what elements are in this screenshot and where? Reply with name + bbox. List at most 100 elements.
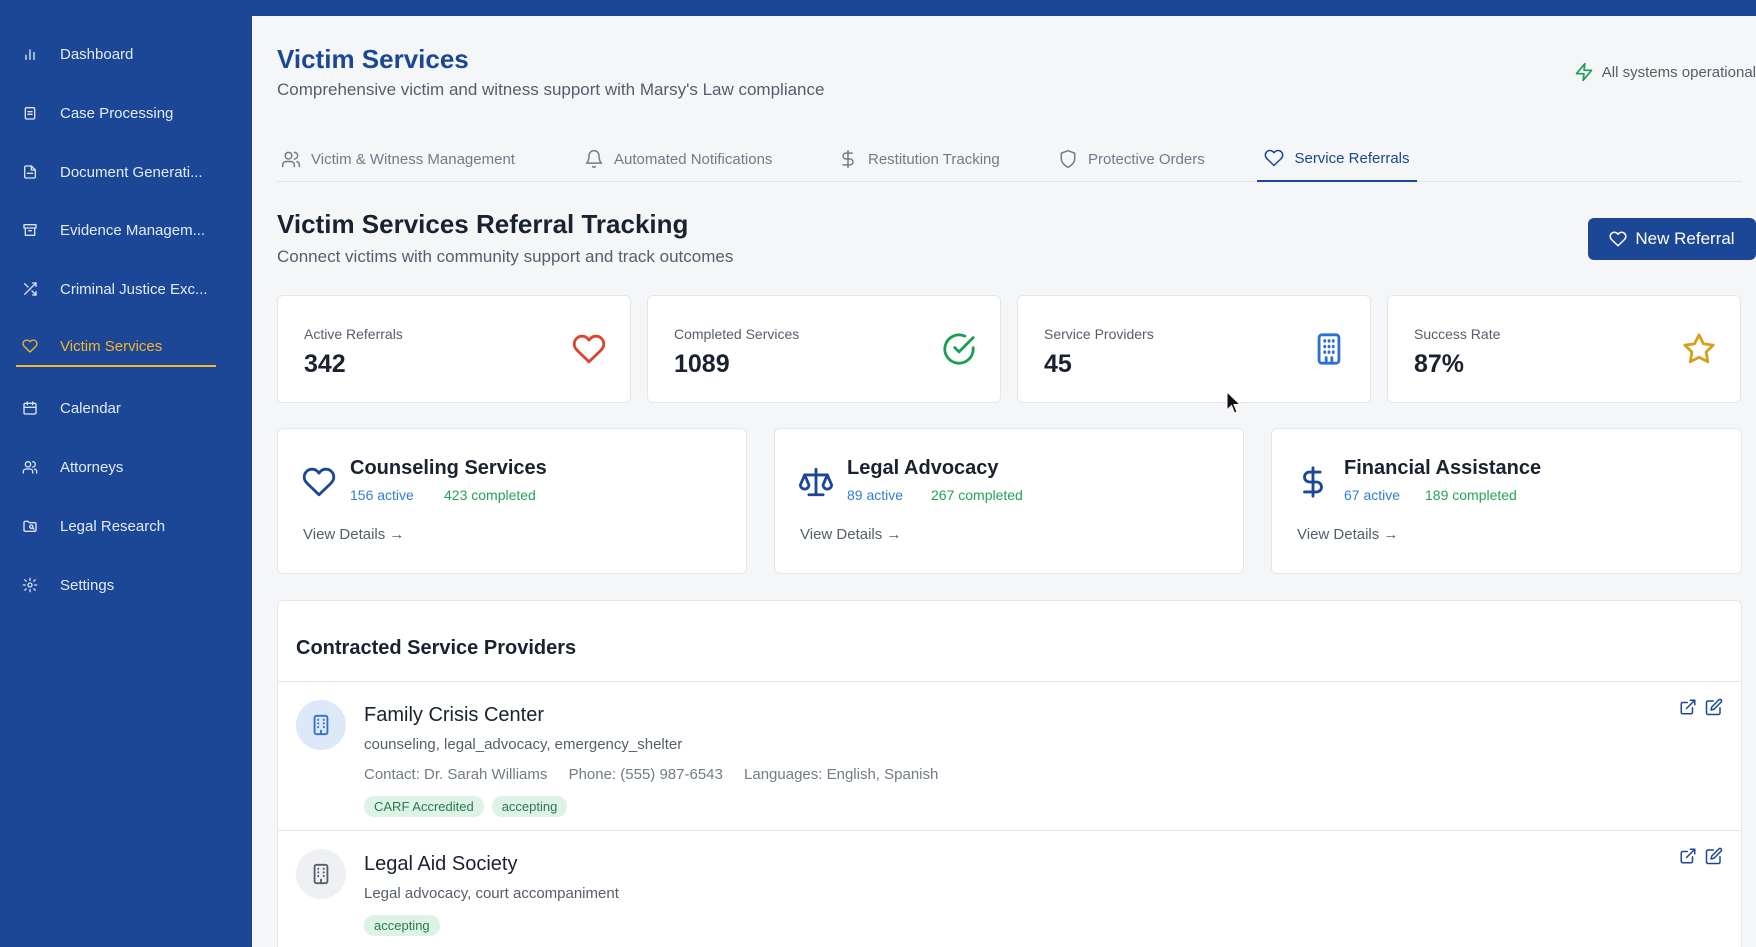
service-title: Counseling Services: [350, 457, 547, 479]
service-completed-count: 267 completed: [931, 487, 1023, 503]
sidebar-item-criminal-justice-exchange[interactable]: Criminal Justice Exc...: [16, 269, 216, 309]
new-referral-button[interactable]: New Referral: [1588, 218, 1756, 260]
providers-title: Contracted Service Providers: [296, 637, 577, 659]
tab-protective-orders[interactable]: Protective Orders: [1058, 136, 1205, 182]
sidebar-item-label: Case Processing: [60, 104, 174, 122]
provider-actions: [1671, 847, 1723, 865]
provider-services: Legal advocacy, court accompaniment: [364, 885, 619, 902]
lightning-icon: [1575, 62, 1593, 82]
sidebar-item-settings[interactable]: Settings: [16, 565, 216, 605]
dollar-icon: [842, 149, 854, 169]
users-icon: [281, 151, 301, 168]
stat-value: 87%: [1414, 350, 1465, 378]
top-bar: [252, 0, 1756, 16]
provider-tags: CARF Accredited accepting: [364, 796, 575, 817]
sidebar-item-label: Criminal Justice Exc...: [60, 280, 208, 298]
sidebar-item-attorneys[interactable]: Attorneys: [16, 447, 216, 487]
service-completed-count: 423 completed: [444, 487, 536, 503]
sidebar-item-legal-research[interactable]: Legal Research: [16, 506, 216, 546]
stat-card-completed-services: Completed Services 1089: [647, 295, 1001, 403]
edit-icon[interactable]: [1705, 847, 1723, 865]
view-details-link[interactable]: View Details →: [1297, 526, 1398, 543]
document-icon: [20, 162, 40, 182]
provider-name: Legal Aid Society: [364, 853, 518, 875]
mouse-cursor-icon: [1226, 391, 1242, 414]
provider-row: Legal Aid Society Legal advocacy, court …: [278, 831, 1741, 947]
sidebar-item-label: Victim Services: [60, 337, 163, 355]
provider-languages: Languages: English, Spanish: [744, 766, 939, 783]
external-link-icon[interactable]: [1679, 847, 1697, 865]
provider-contact: Contact: Dr. Sarah Williams: [364, 766, 548, 783]
service-title: Financial Assistance: [1344, 457, 1542, 479]
system-status: All systems operational: [1574, 62, 1756, 82]
view-details-link[interactable]: View Details →: [800, 526, 901, 543]
page-title: Victim Services: [277, 44, 469, 74]
sidebar-item-label: Dashboard: [60, 45, 134, 63]
tab-automated-notifications[interactable]: Automated Notifications: [584, 136, 772, 182]
service-completed-count: 189 completed: [1425, 487, 1517, 503]
view-details-link[interactable]: View Details →: [303, 526, 404, 543]
sidebar-item-label: Document Generati...: [60, 163, 203, 181]
page-subtitle: Comprehensive victim and witness support…: [277, 80, 825, 99]
provider-actions: [1671, 698, 1723, 716]
tab-label: Protective Orders: [1088, 150, 1205, 168]
stat-card-service-providers: Service Providers 45: [1017, 295, 1371, 403]
provider-row: Family Crisis Center counseling, legal_a…: [278, 682, 1741, 831]
stat-value: 1089: [674, 350, 730, 378]
gear-icon: [20, 575, 40, 595]
service-card-legal-advocacy[interactable]: Legal Advocacy 89 active 267 completed V…: [774, 428, 1244, 574]
stat-label: Active Referrals: [304, 326, 403, 342]
users-icon: [20, 457, 40, 477]
heart-icon: [1609, 231, 1627, 247]
sidebar: Dashboard Case Processing Document Gener…: [0, 0, 252, 947]
tab-service-referrals[interactable]: Service Referrals: [1257, 136, 1417, 182]
service-card-counseling[interactable]: Counseling Services 156 active 423 compl…: [277, 428, 747, 574]
tab-restitution-tracking[interactable]: Restitution Tracking: [838, 136, 1000, 182]
scale-icon: [799, 465, 833, 499]
tab-bar: Victim & Witness Management Automated No…: [277, 136, 1742, 182]
stat-value: 45: [1044, 350, 1072, 378]
accreditation-badge: CARF Accredited: [364, 796, 484, 817]
sidebar-item-label: Calendar: [60, 399, 121, 417]
archive-icon: [20, 220, 40, 240]
bar-chart-icon: [20, 44, 40, 64]
tab-label: Automated Notifications: [614, 150, 773, 168]
sidebar-item-dashboard[interactable]: Dashboard: [16, 34, 216, 74]
stat-label: Service Providers: [1044, 326, 1154, 342]
stat-label: Completed Services: [674, 326, 800, 342]
service-active-count: 67 active: [1344, 487, 1401, 503]
system-status-text: All systems operational: [1601, 63, 1756, 81]
sidebar-item-document-generation[interactable]: Document Generati...: [16, 152, 216, 192]
shuffle-icon: [20, 279, 40, 299]
provider-name: Family Crisis Center: [364, 704, 545, 726]
clipboard-icon: [20, 103, 40, 123]
section-subtitle: Connect victims with community support a…: [277, 247, 734, 266]
sidebar-item-label: Legal Research: [60, 517, 166, 535]
provider-tags: accepting: [364, 915, 448, 936]
bell-icon: [585, 149, 603, 169]
sidebar-item-case-processing[interactable]: Case Processing: [16, 93, 216, 133]
new-referral-label: New Referral: [1635, 229, 1735, 248]
sidebar-item-calendar[interactable]: Calendar: [16, 388, 216, 428]
stat-value: 342: [304, 350, 346, 378]
service-active-count: 89 active: [847, 487, 904, 503]
service-active-count: 156 active: [350, 487, 414, 503]
section-title: Victim Services Referral Tracking: [277, 209, 689, 239]
shield-icon: [1060, 149, 1076, 169]
edit-icon[interactable]: [1705, 698, 1723, 716]
external-link-icon[interactable]: [1679, 698, 1697, 716]
heart-icon: [572, 332, 606, 366]
provider-phone: Phone: (555) 987-6543: [568, 766, 723, 783]
tab-label: Restitution Tracking: [868, 150, 1000, 168]
status-badge: accepting: [491, 796, 568, 817]
service-title: Legal Advocacy: [847, 457, 999, 479]
sidebar-item-victim-services[interactable]: Victim Services: [16, 327, 216, 367]
building-icon: [296, 700, 346, 750]
stat-label: Success Rate: [1414, 326, 1501, 342]
star-icon: [1682, 332, 1716, 366]
sidebar-item-evidence-management[interactable]: Evidence Managem...: [16, 210, 216, 250]
tab-victim-witness-management[interactable]: Victim & Witness Management: [281, 136, 515, 182]
service-card-financial-assistance[interactable]: Financial Assistance 67 active 189 compl…: [1271, 428, 1742, 574]
sidebar-item-label: Evidence Managem...: [60, 221, 206, 239]
stat-card-active-referrals: Active Referrals 342: [277, 295, 631, 403]
